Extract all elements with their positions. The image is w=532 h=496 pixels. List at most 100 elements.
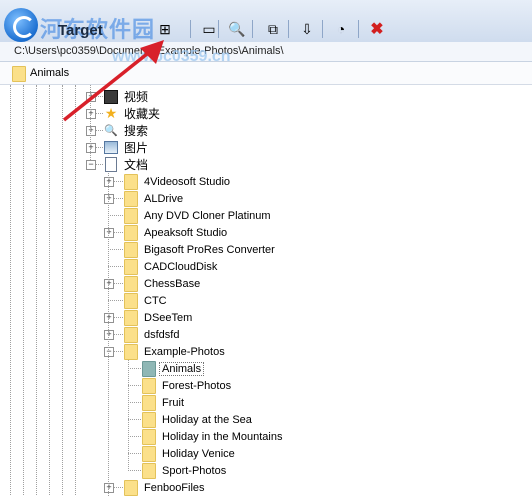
tree-connector — [128, 385, 141, 386]
tree-item-folder[interactable]: Example-Photos — [124, 343, 225, 360]
tree-item-label: 搜索 — [124, 124, 149, 138]
address-bar[interactable]: C:\Users\pc0359\Documents\Example-Photos… — [0, 42, 532, 62]
tree-item-label: Animals — [158, 361, 205, 376]
search-icon[interactable]: 🔍 — [226, 19, 248, 39]
tree-item-star[interactable]: ★ 收藏夹 — [104, 105, 160, 122]
copy-icon[interactable]: ⧉ — [262, 19, 284, 39]
tree-item-label: Example-Photos — [144, 345, 225, 358]
tree-item-label: dsfdsfd — [144, 328, 180, 341]
tree-connector — [114, 283, 123, 284]
tree-connector — [108, 249, 123, 250]
refresh-icon[interactable]: ◔ — [330, 19, 352, 39]
expand-icon[interactable]: + — [86, 143, 96, 153]
tree-item-folder[interactable]: FenbooFiles — [124, 479, 205, 496]
folder-icon — [124, 258, 138, 275]
toolbar-separator — [358, 20, 359, 38]
tree-connector — [23, 85, 24, 495]
folder-icon — [12, 66, 26, 82]
tree-item-label: CADCloudDisk — [144, 260, 218, 273]
tree-connector — [128, 368, 141, 369]
app-logo-icon — [4, 8, 38, 42]
tree-item-folder[interactable]: ChessBase — [124, 275, 200, 292]
tree-connector — [114, 351, 123, 352]
tree-item-folder[interactable]: Fruit — [142, 394, 184, 411]
tree-item-documents[interactable]: 文档 — [104, 156, 148, 173]
expand-icon[interactable]: + — [104, 483, 114, 493]
tree-item-folder[interactable]: Holiday at the Sea — [142, 411, 252, 428]
tree-item-label: Holiday Venice — [162, 447, 235, 460]
tree-connector — [90, 85, 91, 160]
tree-item-search[interactable]: 🔍 搜索 — [104, 122, 148, 139]
tree-connector — [108, 215, 123, 216]
tree-connector — [49, 85, 50, 495]
tree-connector — [108, 173, 109, 496]
tree-item-label: 4Videosoft Studio — [144, 175, 231, 188]
expand-icon[interactable]: + — [86, 109, 96, 119]
tree-item-folder[interactable]: Bigasoft ProRes Converter — [124, 241, 275, 258]
folder-icon — [142, 394, 156, 411]
tree-item-folder[interactable]: Sport-Photos — [142, 462, 226, 479]
expand-icon[interactable]: + — [86, 126, 96, 136]
expand-icon[interactable]: + — [104, 228, 114, 238]
tree-connector — [114, 181, 123, 182]
move-icon[interactable]: ⇩ — [296, 19, 318, 39]
folder-icon — [142, 445, 156, 462]
folder-icon — [124, 275, 138, 292]
add-folder-icon[interactable]: ⊞ — [154, 19, 176, 39]
collapse-icon[interactable]: − — [104, 347, 114, 357]
expand-icon[interactable]: + — [104, 194, 114, 204]
tree-item-label: Holiday in the Mountains — [162, 430, 283, 443]
tree-item-label: Any DVD Cloner Platinum — [144, 209, 271, 222]
folder-tree[interactable]: 视频 + ★ 收藏夹 + 🔍 搜索 + 图片 + 文档 − 4Videosoft Studio + ALDr… — [0, 85, 532, 496]
tree-item-label: 图片 — [124, 141, 149, 155]
folder-icon — [124, 343, 138, 360]
expand-icon[interactable]: + — [104, 177, 114, 187]
tree-item-selected[interactable]: Animals — [142, 360, 205, 377]
tree-connector — [114, 232, 123, 233]
tree-item-label: CTC — [144, 294, 167, 307]
tree-item-label: Fruit — [162, 396, 184, 409]
tree-connector — [10, 85, 11, 495]
expand-icon[interactable]: + — [86, 92, 96, 102]
tree-item-label: Sport-Photos — [162, 464, 227, 477]
tree-connector — [96, 113, 103, 114]
tree-item-folder[interactable]: Holiday in the Mountains — [142, 428, 282, 445]
tree-item-folder[interactable]: CTC — [124, 292, 167, 309]
collapse-icon[interactable]: − — [86, 160, 96, 170]
tree-connector — [128, 402, 141, 403]
folder-icon — [124, 479, 138, 496]
tree-item-folder[interactable]: Holiday Venice — [142, 445, 235, 462]
tree-item-pictures[interactable]: 图片 — [104, 139, 148, 156]
expand-icon[interactable]: + — [104, 330, 114, 340]
tree-connector — [75, 85, 76, 495]
tree-connector — [114, 198, 123, 199]
folder-icon — [124, 224, 138, 241]
video-icon — [104, 89, 118, 104]
tree-item-folder[interactable]: ALDrive — [124, 190, 183, 207]
expand-icon[interactable]: + — [104, 279, 114, 289]
toolbar-separator — [322, 20, 323, 38]
tree-item-label: ChessBase — [144, 277, 201, 290]
search-icon: 🔍 — [104, 125, 118, 137]
folder-icon — [124, 292, 138, 309]
tree-item-folder[interactable]: 4Videosoft Studio — [124, 173, 230, 190]
toolbar-separator — [288, 20, 289, 38]
folder-icon — [142, 377, 156, 394]
tree-item-label: 文档 — [124, 158, 149, 172]
current-folder-bar[interactable]: Animals — [0, 62, 532, 85]
tree-item-label: 收藏夹 — [124, 107, 161, 121]
tree-item-folder[interactable]: Any DVD Cloner Platinum — [124, 207, 271, 224]
expand-icon[interactable]: + — [104, 313, 114, 323]
tree-item-folder[interactable]: DSeeTem — [124, 309, 192, 326]
folder-icon — [124, 190, 138, 207]
tree-item-label: 视频 — [124, 90, 149, 104]
delete-icon[interactable]: ✖ — [366, 19, 388, 39]
tree-item-folder[interactable]: Forest-Photos — [142, 377, 231, 394]
tree-item-folder[interactable]: CADCloudDisk — [124, 258, 217, 275]
tree-connector — [128, 360, 129, 471]
tree-item-folder[interactable]: Apeaksoft Studio — [124, 224, 227, 241]
rename-icon[interactable]: ▭ — [198, 19, 220, 39]
tree-item-folder[interactable]: dsfdsfd — [124, 326, 179, 343]
folder-icon — [124, 173, 138, 190]
tree-item-video[interactable]: 视频 — [104, 88, 148, 105]
